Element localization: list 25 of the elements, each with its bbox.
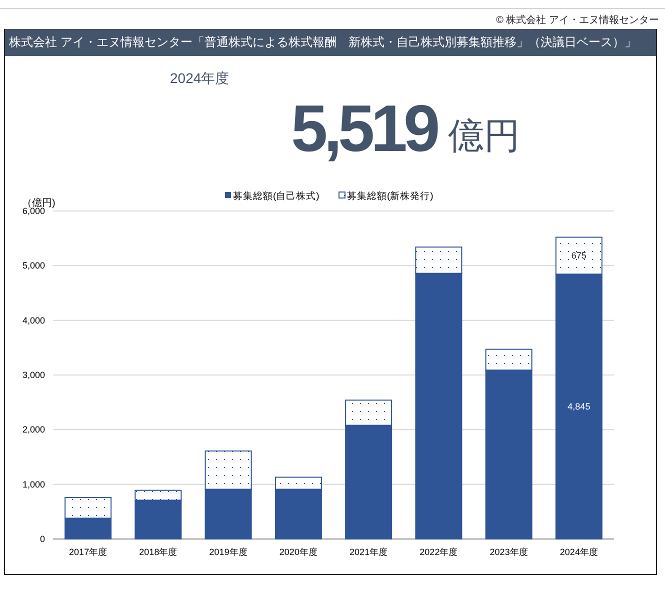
x-tick-label: 2019年度 [209, 547, 248, 557]
unit-label: 億円 [448, 114, 520, 158]
period-label: 2024年度 [170, 70, 230, 88]
x-tick-label: 2023年度 [490, 547, 528, 557]
y-tick-label: 0 [40, 534, 45, 544]
x-tick-label: 2024年度 [560, 547, 598, 557]
y-tick-label: 1,000 [22, 479, 45, 490]
data-label: 4,845 [568, 402, 590, 412]
title-bar: 株式会社 アイ・エヌ情報センター「普通株式による株式報酬 新株式・自己株式別募集額推移」（決議日ベース）」 [5, 29, 656, 56]
x-tick-label: 2017年度 [69, 547, 108, 557]
x-tick-label: 2022年度 [420, 547, 458, 557]
y-tick-label: 5,000 [22, 260, 45, 271]
x-tick-label: 2021年度 [350, 547, 388, 557]
legend-label: 募集総額(自己株式) [233, 191, 320, 202]
x-tick-label: 2018年度 [139, 547, 178, 557]
x-tick-label: 2020年度 [279, 547, 318, 557]
y-axis-unit: （億円) [22, 198, 56, 209]
y-tick-label: 3,000 [22, 370, 45, 380]
y-tick-label: 4,000 [22, 315, 45, 326]
data-label: 675 [571, 250, 586, 261]
y-tick-label: 2,000 [22, 424, 45, 435]
legend-label: 募集総額(新株発行) [347, 191, 434, 202]
y-tick-label: 6,000 [22, 206, 45, 216]
copyright-text: © 株式会社 アイ・エヌ情報センター [496, 14, 660, 28]
total-amount: 5,519 [291, 90, 438, 166]
